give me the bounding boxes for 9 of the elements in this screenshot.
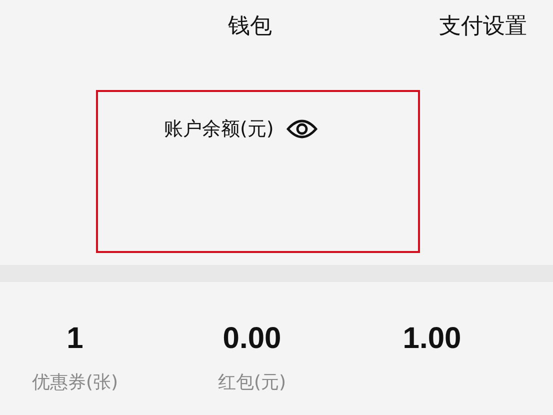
stat-value: 0.00 [222, 322, 282, 356]
eye-icon[interactable] [286, 119, 318, 139]
stat-label: 优惠券(张) [32, 371, 118, 394]
stat-value: 1.00 [402, 322, 462, 356]
stat-value: 1 [66, 322, 84, 356]
stat-label: 红包(元) [218, 371, 286, 394]
balance-label: 账户余额(元) [164, 117, 274, 142]
page-title: 钱包 [228, 13, 272, 41]
payment-settings-link[interactable]: 支付设置 [439, 11, 527, 41]
